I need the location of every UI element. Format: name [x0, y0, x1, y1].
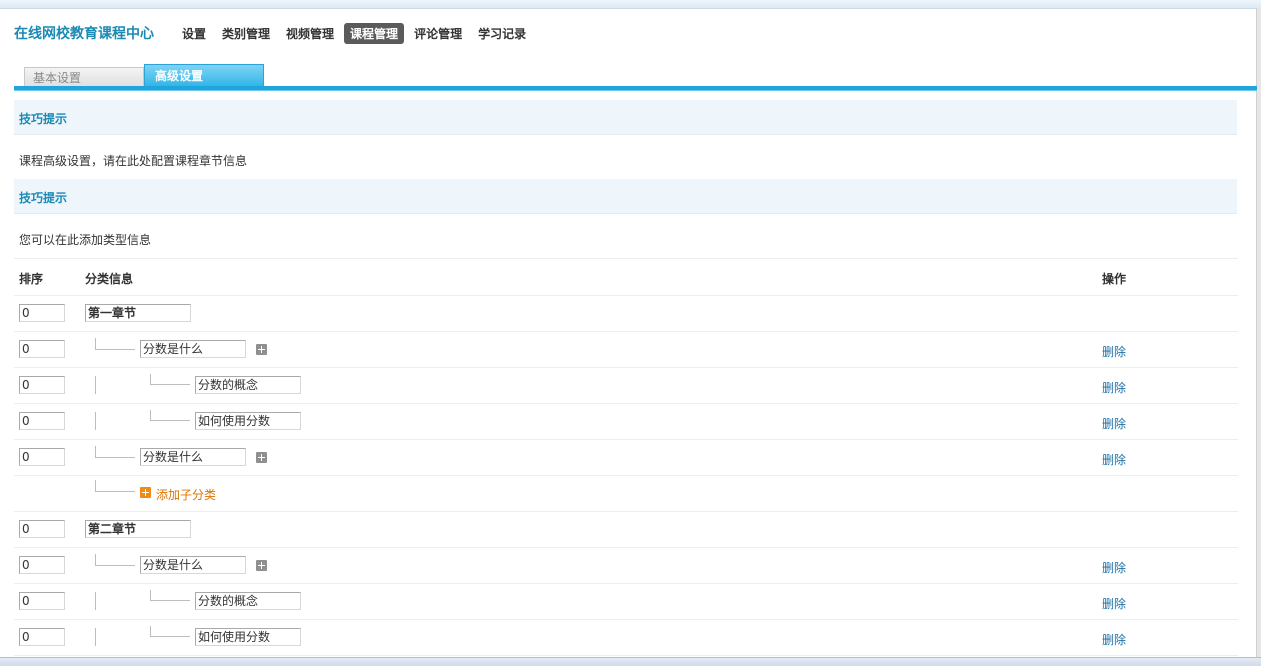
table-row: 0 分数的概念 删除 — [14, 368, 1238, 404]
tree-line — [95, 412, 96, 430]
table-row: 添加子分类 — [14, 476, 1238, 512]
sort-order-input[interactable]: 0 — [19, 448, 65, 466]
tree-line — [95, 491, 135, 492]
delete-link[interactable]: 删除 — [1102, 595, 1126, 612]
delete-link[interactable]: 删除 — [1102, 415, 1126, 432]
header: 在线网校教育课程中心 设置 类别管理 视频管理 课程管理 评论管理 学习记录 — [14, 22, 532, 44]
tree-line — [150, 374, 151, 384]
add-subcategory-icon[interactable] — [140, 487, 151, 498]
category-name-input[interactable]: 分数是什么 — [140, 340, 246, 358]
expand-plus-icon[interactable] — [256, 452, 267, 463]
nav-video-management[interactable]: 视频管理 — [280, 23, 340, 44]
tree-line — [95, 565, 135, 566]
table-row: 0 分数是什么 删除 — [14, 440, 1238, 476]
nav-comment-management[interactable]: 评论管理 — [408, 23, 468, 44]
column-header-category-info: 分类信息 — [85, 272, 134, 286]
tips-title: 技巧提示 — [19, 112, 68, 126]
column-header-sort: 排序 — [19, 272, 44, 286]
tree-line — [150, 590, 151, 600]
nav-learning-records[interactable]: 学习记录 — [472, 23, 532, 44]
delete-link[interactable]: 删除 — [1102, 379, 1126, 396]
table-row: 0 分数的概念 删除 — [14, 584, 1238, 620]
delete-link[interactable]: 删除 — [1102, 631, 1126, 648]
category-name-input[interactable]: 分数是什么 — [140, 448, 246, 466]
tree-line — [95, 457, 135, 458]
category-name-input[interactable]: 分数的概念 — [195, 376, 301, 394]
table-row: 0 第二章节 — [14, 512, 1238, 548]
tips-description: 您可以在此添加类型信息 — [19, 233, 152, 247]
sort-order-input[interactable]: 0 — [19, 628, 65, 646]
delete-link[interactable]: 删除 — [1102, 559, 1126, 576]
tab-basic-settings[interactable]: 基本设置 — [24, 67, 144, 88]
tree-line — [95, 628, 96, 646]
nav-course-management[interactable]: 课程管理 — [344, 22, 405, 44]
nav-settings[interactable]: 设置 — [176, 23, 212, 44]
table-row: 0 分数是什么 删除 — [14, 332, 1238, 368]
sort-order-input[interactable]: 0 — [19, 520, 65, 538]
add-subcategory-link[interactable]: 添加子分类 — [156, 486, 216, 503]
sort-order-input[interactable]: 0 — [19, 340, 65, 358]
settings-tabs: 基本设置 高级设置 — [24, 64, 264, 88]
sort-order-input[interactable]: 0 — [19, 304, 65, 322]
tree-line — [95, 376, 96, 394]
table-row: 0 如何使用分数 删除 — [14, 404, 1238, 440]
sort-order-input[interactable]: 0 — [19, 592, 65, 610]
category-name-input[interactable]: 分数是什么 — [140, 556, 246, 574]
delete-link[interactable]: 删除 — [1102, 343, 1126, 360]
tree-line — [150, 636, 190, 637]
table-row: 0 分数是什么 删除 — [14, 548, 1238, 584]
expand-plus-icon[interactable] — [256, 560, 267, 571]
tab-underline — [14, 86, 1257, 91]
table-row: 0 如何使用分数 删除 — [14, 620, 1238, 656]
tips-panel-header: 技巧提示 — [14, 179, 1237, 214]
tree-line — [95, 349, 135, 350]
chapter-name-input[interactable]: 第一章节 — [85, 304, 191, 322]
browser-status-bar — [0, 657, 1261, 666]
category-name-input[interactable]: 分数的概念 — [195, 592, 301, 610]
category-name-input[interactable]: 如何使用分数 — [195, 628, 301, 646]
site-title: 在线网校教育课程中心 — [14, 26, 154, 42]
sort-order-input[interactable]: 0 — [19, 412, 65, 430]
vertical-scrollbar[interactable] — [1256, 8, 1261, 658]
tab-advanced-settings[interactable]: 高级设置 — [144, 64, 264, 88]
category-name-input[interactable]: 如何使用分数 — [195, 412, 301, 430]
category-table: 排序 分类信息 操作 0 第一章节 0 分数是什么 删除 0 分数的概念 删除 … — [14, 258, 1238, 656]
main-nav: 设置 类别管理 视频管理 课程管理 评论管理 学习记录 — [176, 22, 532, 44]
sort-order-input[interactable]: 0 — [19, 376, 65, 394]
tree-line — [150, 420, 190, 421]
table-header-row: 排序 分类信息 操作 — [14, 258, 1238, 296]
column-header-action: 操作 — [1102, 272, 1127, 286]
tree-line — [150, 600, 190, 601]
nav-category-management[interactable]: 类别管理 — [216, 23, 276, 44]
tips-description: 课程高级设置，请在此处配置课程章节信息 — [19, 154, 248, 168]
tree-line — [150, 626, 151, 636]
sort-order-input[interactable]: 0 — [19, 556, 65, 574]
tips-panel-header: 技巧提示 — [14, 100, 1237, 135]
tree-line — [150, 384, 190, 385]
tree-line — [150, 410, 151, 420]
table-row: 0 第一章节 — [14, 296, 1238, 332]
delete-link[interactable]: 删除 — [1102, 451, 1126, 468]
expand-plus-icon[interactable] — [256, 344, 267, 355]
tree-line — [95, 592, 96, 610]
tips-title: 技巧提示 — [19, 191, 68, 205]
chapter-name-input[interactable]: 第二章节 — [85, 520, 191, 538]
window-top-strip — [0, 0, 1261, 9]
